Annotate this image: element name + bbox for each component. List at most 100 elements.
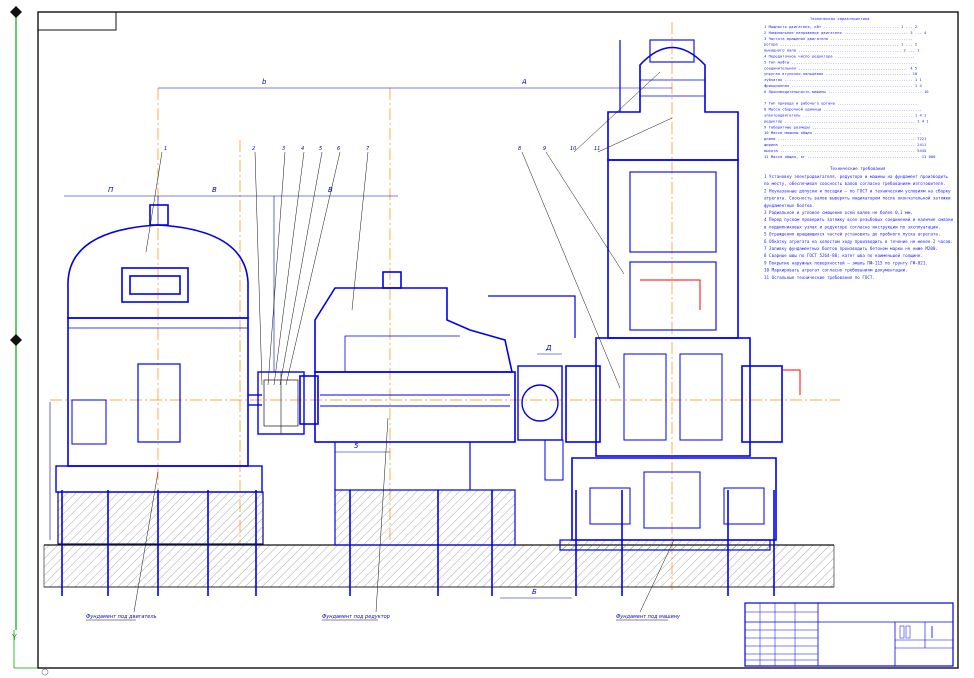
- spec-row: фрикционная ............................…: [764, 83, 922, 88]
- machine-lubrication-line: [640, 279, 701, 310]
- leader-motor: 1: [164, 146, 167, 152]
- motor-lifting-eye: [149, 204, 169, 226]
- dimension-overall-left: b: [262, 78, 267, 86]
- machine-column: [607, 159, 739, 339]
- note-line: по месту, обеспечивая соосность валов со…: [764, 181, 946, 186]
- output-coupling[interactable]: [517, 365, 564, 481]
- note-line: 4 Перед пуском проверить затяжку всех ре…: [764, 217, 954, 222]
- machine-block-left-cavity: [623, 353, 667, 441]
- output-coupling-support: [544, 439, 564, 481]
- dimension-right-base: Б: [532, 588, 537, 596]
- foundation-label-right: Фундамент под машину: [616, 614, 681, 620]
- spec-row: ротора .................................…: [764, 42, 917, 47]
- leader-coupling-3: 3: [282, 146, 285, 152]
- machine-column-window: [629, 171, 717, 253]
- title-block: [744, 602, 954, 667]
- note-line: агрегата. Соосность валов выверять индик…: [764, 196, 951, 201]
- spec-row: 9 Габаритные размеры ...................…: [764, 124, 917, 129]
- spec-row: длина ..................................…: [764, 136, 927, 141]
- ucs-origin-icon: [41, 668, 49, 676]
- spec-row: высота .................................…: [764, 148, 926, 153]
- leader-machine-10: 10: [570, 146, 576, 152]
- grip-handle-top[interactable]: [10, 6, 22, 18]
- spec-row: электродвигатель .......................…: [764, 113, 927, 118]
- machine-feed-pipe: [488, 295, 576, 338]
- dimension-coupling-span: П: [108, 186, 114, 194]
- output-coupling-disc: [521, 384, 559, 422]
- leader-reducer: 7: [366, 146, 370, 152]
- note-line: 8 Сварные швы по ГОСТ 5264-80; катет шва…: [764, 253, 923, 258]
- leader-coupling-4: 4: [301, 146, 304, 152]
- note-line: 7 Заливку фундаментных болтов производит…: [764, 246, 938, 251]
- motor-nameplate-inner: [129, 275, 181, 295]
- note-line: 11 Остальные технические требования по Г…: [764, 275, 875, 280]
- reducer-foundation: [334, 489, 516, 546]
- spec-row: 8 Масса сборочной единицы ..............…: [764, 107, 922, 112]
- motor-auxiliary-box: [71, 399, 107, 445]
- note-line: 10 Маркировать агрегат согласно требован…: [764, 268, 908, 273]
- spec-row: соединительная .........................…: [764, 65, 917, 70]
- reducer-housing-lower: [314, 371, 516, 443]
- output-coupling-body: [517, 365, 563, 441]
- leader-machine-11: 11: [594, 146, 600, 152]
- spec-row: 2 Номинальное напряжение двигателя .....…: [764, 30, 927, 35]
- machine-block: [595, 337, 751, 457]
- note-line: фундаментных болтов.: [764, 203, 814, 208]
- machine-frame-center: [643, 471, 701, 529]
- machine-head: [607, 46, 739, 161]
- note-line: 6 Обкатку агрегата на холостом ходу прои…: [764, 239, 953, 244]
- spec-heading: Техническая характеристика: [810, 16, 869, 21]
- foundation-label-middle: Фундамент под редуктор: [322, 614, 390, 620]
- machine-frame-window-left: [589, 487, 631, 525]
- gear-reducer[interactable]: [299, 271, 516, 490]
- foundation-base: [43, 544, 835, 588]
- machine-cooling-line: [783, 369, 801, 395]
- spec-row: 3 Частота вращения двигателя ...........…: [764, 36, 913, 41]
- spec-row: 6 Производительность машины ............…: [764, 89, 929, 94]
- motor-foundation: [57, 491, 264, 545]
- electric-motor[interactable]: [55, 204, 263, 493]
- coupling-guard[interactable]: [257, 371, 305, 435]
- foundation-label-left: Фундамент под двигатель: [86, 614, 157, 620]
- leader-coupling-6: 6: [337, 146, 340, 152]
- sheet-corner-stamp: [37, 11, 117, 31]
- engineering-drawing: Y Техническая характеристика 1 Мощность …: [10, 6, 959, 676]
- spec-row: редуктор ...............................…: [764, 118, 929, 123]
- machine-right-bearing: [741, 365, 783, 443]
- machine-block-right-cavity: [679, 353, 723, 441]
- dimension-base-gap: 5: [354, 442, 359, 450]
- spec-row: упругая втулочно-пальцевая .............…: [764, 71, 918, 76]
- spec-row: 10 Масса машины общая ..................…: [764, 130, 922, 135]
- motor-base-frame: [55, 465, 263, 493]
- notes-heading: Технические требования: [830, 166, 886, 171]
- motor-nameplate: [121, 267, 189, 303]
- spec-row: ширина .................................…: [764, 142, 927, 147]
- spec-table: Техническая характеристика 1 Мощность дв…: [764, 16, 936, 159]
- spec-row: 7 Тип привода и рабочего органа ........…: [764, 101, 917, 106]
- main-machine[interactable]: [488, 39, 801, 541]
- reducer-housing-top: [314, 287, 513, 373]
- reducer-breather: [382, 271, 402, 289]
- motor-terminal-box: [137, 363, 181, 443]
- leader-coupling-2: 2: [252, 146, 255, 152]
- leader-machine-9: 9: [543, 146, 546, 152]
- note-line: 9 Покрытие наружных поверхностей — эмаль…: [764, 260, 928, 265]
- dimension-motor-span: В: [212, 186, 217, 194]
- spec-row: 11 Масса общая, кг .....................…: [764, 154, 936, 159]
- technical-notes: Технические требования 1 Установку элект…: [764, 166, 954, 280]
- grip-handle-middle[interactable]: [10, 334, 22, 346]
- drawing-viewport: Y Техническая характеристика 1 Мощность …: [0, 0, 974, 678]
- note-line: в подшипниковых узлах и редукторе соглас…: [764, 224, 940, 229]
- note-line: 1 Установку электродвигателя, редуктора …: [764, 174, 949, 179]
- note-line: 2 Неуказанные допуски и посадки — по ГОС…: [764, 188, 951, 193]
- note-line: 5 Ограждения вращающихся частей установи…: [764, 232, 940, 237]
- spec-row: зубчатая ...............................…: [764, 77, 922, 82]
- spec-row: 1 Мощность двигателя, кВт ..............…: [764, 24, 917, 29]
- leader-machine-8: 8: [518, 146, 521, 152]
- spec-row: выходного вала .........................…: [764, 48, 920, 53]
- machine-column-window-lower: [629, 261, 717, 331]
- dimension-coupling-gap: Д: [545, 344, 552, 352]
- dimension-overall-right: А: [521, 78, 527, 86]
- spec-row: 4 Передаточное число редуктора .........…: [764, 54, 915, 59]
- machine-foundation: [559, 539, 771, 551]
